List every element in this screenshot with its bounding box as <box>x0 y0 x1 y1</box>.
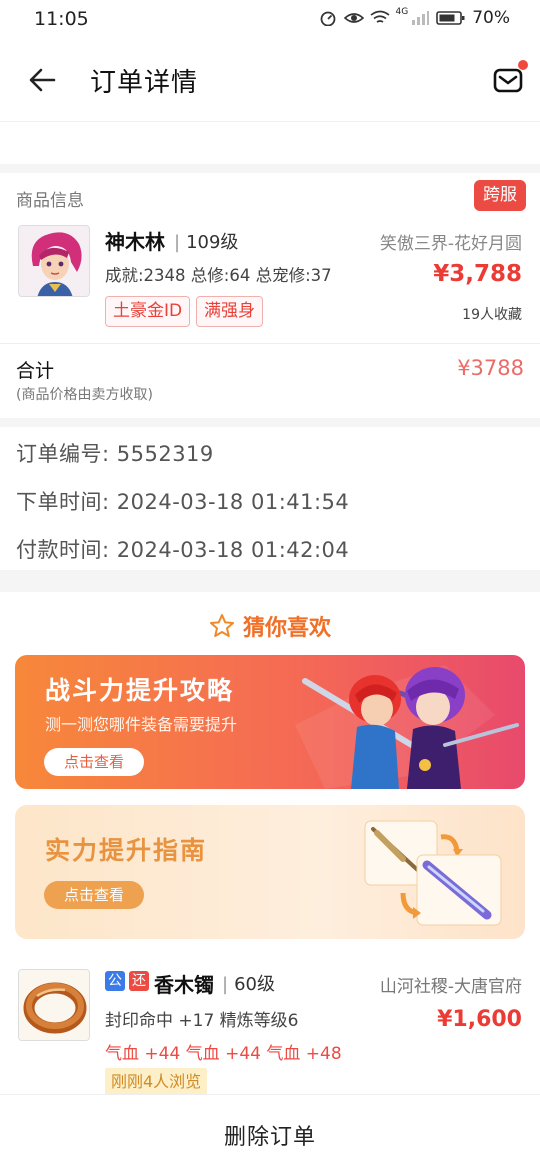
character-portrait-image <box>19 226 89 296</box>
status-time: 11:05 <box>34 8 89 30</box>
game-characters-illustration <box>295 665 519 789</box>
order-number: 订单编号: 5552319 <box>16 442 214 466</box>
item-image[interactable] <box>18 969 90 1041</box>
banner-view-button[interactable]: 点击查看 <box>44 748 144 776</box>
battle-power-banner[interactable]: 战斗力提升攻略 测一测您哪件装备需要提升 点击查看 <box>15 655 525 789</box>
delete-order-button[interactable]: 删除订单 <box>0 1119 540 1151</box>
message-button[interactable] <box>492 60 528 96</box>
recommend-title: 猜你喜欢 <box>242 616 331 641</box>
character-avatar[interactable] <box>18 225 90 297</box>
total-label: 合计 <box>16 360 55 382</box>
item-extra-stats: 气血 +44 气血 +44 气血 +48 <box>105 1044 342 1064</box>
section-divider <box>0 164 540 173</box>
tag-gold-id: 土豪金ID <box>105 296 191 327</box>
item-price: ¥1,600 <box>437 1007 522 1032</box>
favorite-count: 19人收藏 <box>462 307 522 323</box>
view-count-badge: 刚刚4人浏览 <box>105 1068 208 1096</box>
total-note: (商品价格由卖方收取) <box>16 387 153 403</box>
payment-time: 付款时间: 2024-03-18 01:42:04 <box>16 538 350 562</box>
banner-title: 实力提升指南 <box>45 836 208 865</box>
server-name: 笑傲三界-花好月圆 <box>379 234 522 254</box>
product-section-label: 商品信息 <box>16 191 84 211</box>
character-level-text: 109级 <box>186 232 239 253</box>
item-level: | 60级 <box>222 974 275 995</box>
network-label: 4G <box>395 7 409 17</box>
order-time: 下单时间: 2024-03-18 01:41:54 <box>16 490 350 514</box>
signal-icon <box>412 11 430 25</box>
item-server: 山河社稷-大唐官府 <box>379 977 522 997</box>
speed-icon <box>320 11 335 26</box>
public-badge: 公 <box>105 971 125 991</box>
item-name[interactable]: 香木镯 <box>154 969 214 998</box>
weapon-upgrade-illustration <box>364 820 502 926</box>
cross-server-badge: 跨服 <box>474 180 526 211</box>
star-icon <box>209 613 235 639</box>
battery-level: 70% <box>472 8 510 28</box>
item-level-text: 60级 <box>234 974 275 995</box>
unread-dot <box>518 60 528 70</box>
section-divider <box>0 418 540 427</box>
status-icons: 4G 70% <box>318 7 510 28</box>
bargain-badge: 还 <box>129 971 149 991</box>
status-bar: 11:05 4G 70% <box>0 0 540 40</box>
section-divider <box>0 570 540 592</box>
banner-title: 战斗力提升攻略 <box>45 676 235 705</box>
tag-full-strength: 满强身 <box>196 296 263 327</box>
character-level: | 109级 <box>174 232 239 253</box>
product-price: ¥3,788 <box>433 261 522 287</box>
total-value: ¥3788 <box>457 356 524 380</box>
top-app-bar: 订单详情 <box>0 40 540 122</box>
banner-subtitle: 测一测您哪件装备需要提升 <box>45 715 238 734</box>
eye-icon <box>343 13 364 23</box>
wifi-icon <box>369 10 390 23</box>
back-arrow-icon[interactable] <box>24 62 60 98</box>
recommend-heading: 猜你喜欢 <box>0 610 540 642</box>
order-detail-screen: 11:05 4G 70% 订单详情 商品信息 跨服 神木林 | 109级 笑傲三… <box>0 0 540 1170</box>
character-name[interactable]: 神木林 <box>105 226 165 255</box>
battery-icon <box>436 11 465 25</box>
page-title: 订单详情 <box>90 68 199 98</box>
divider <box>0 343 540 344</box>
character-stats: 成就:2348 总修:64 总宠修:37 <box>105 266 332 285</box>
strength-guide-banner[interactable]: 实力提升指南 点击查看 <box>15 805 525 939</box>
bracelet-image <box>19 970 89 1040</box>
banner-view-button[interactable]: 点击查看 <box>44 881 144 909</box>
item-attributes: 封印命中 +17 精炼等级6 <box>105 1011 299 1031</box>
